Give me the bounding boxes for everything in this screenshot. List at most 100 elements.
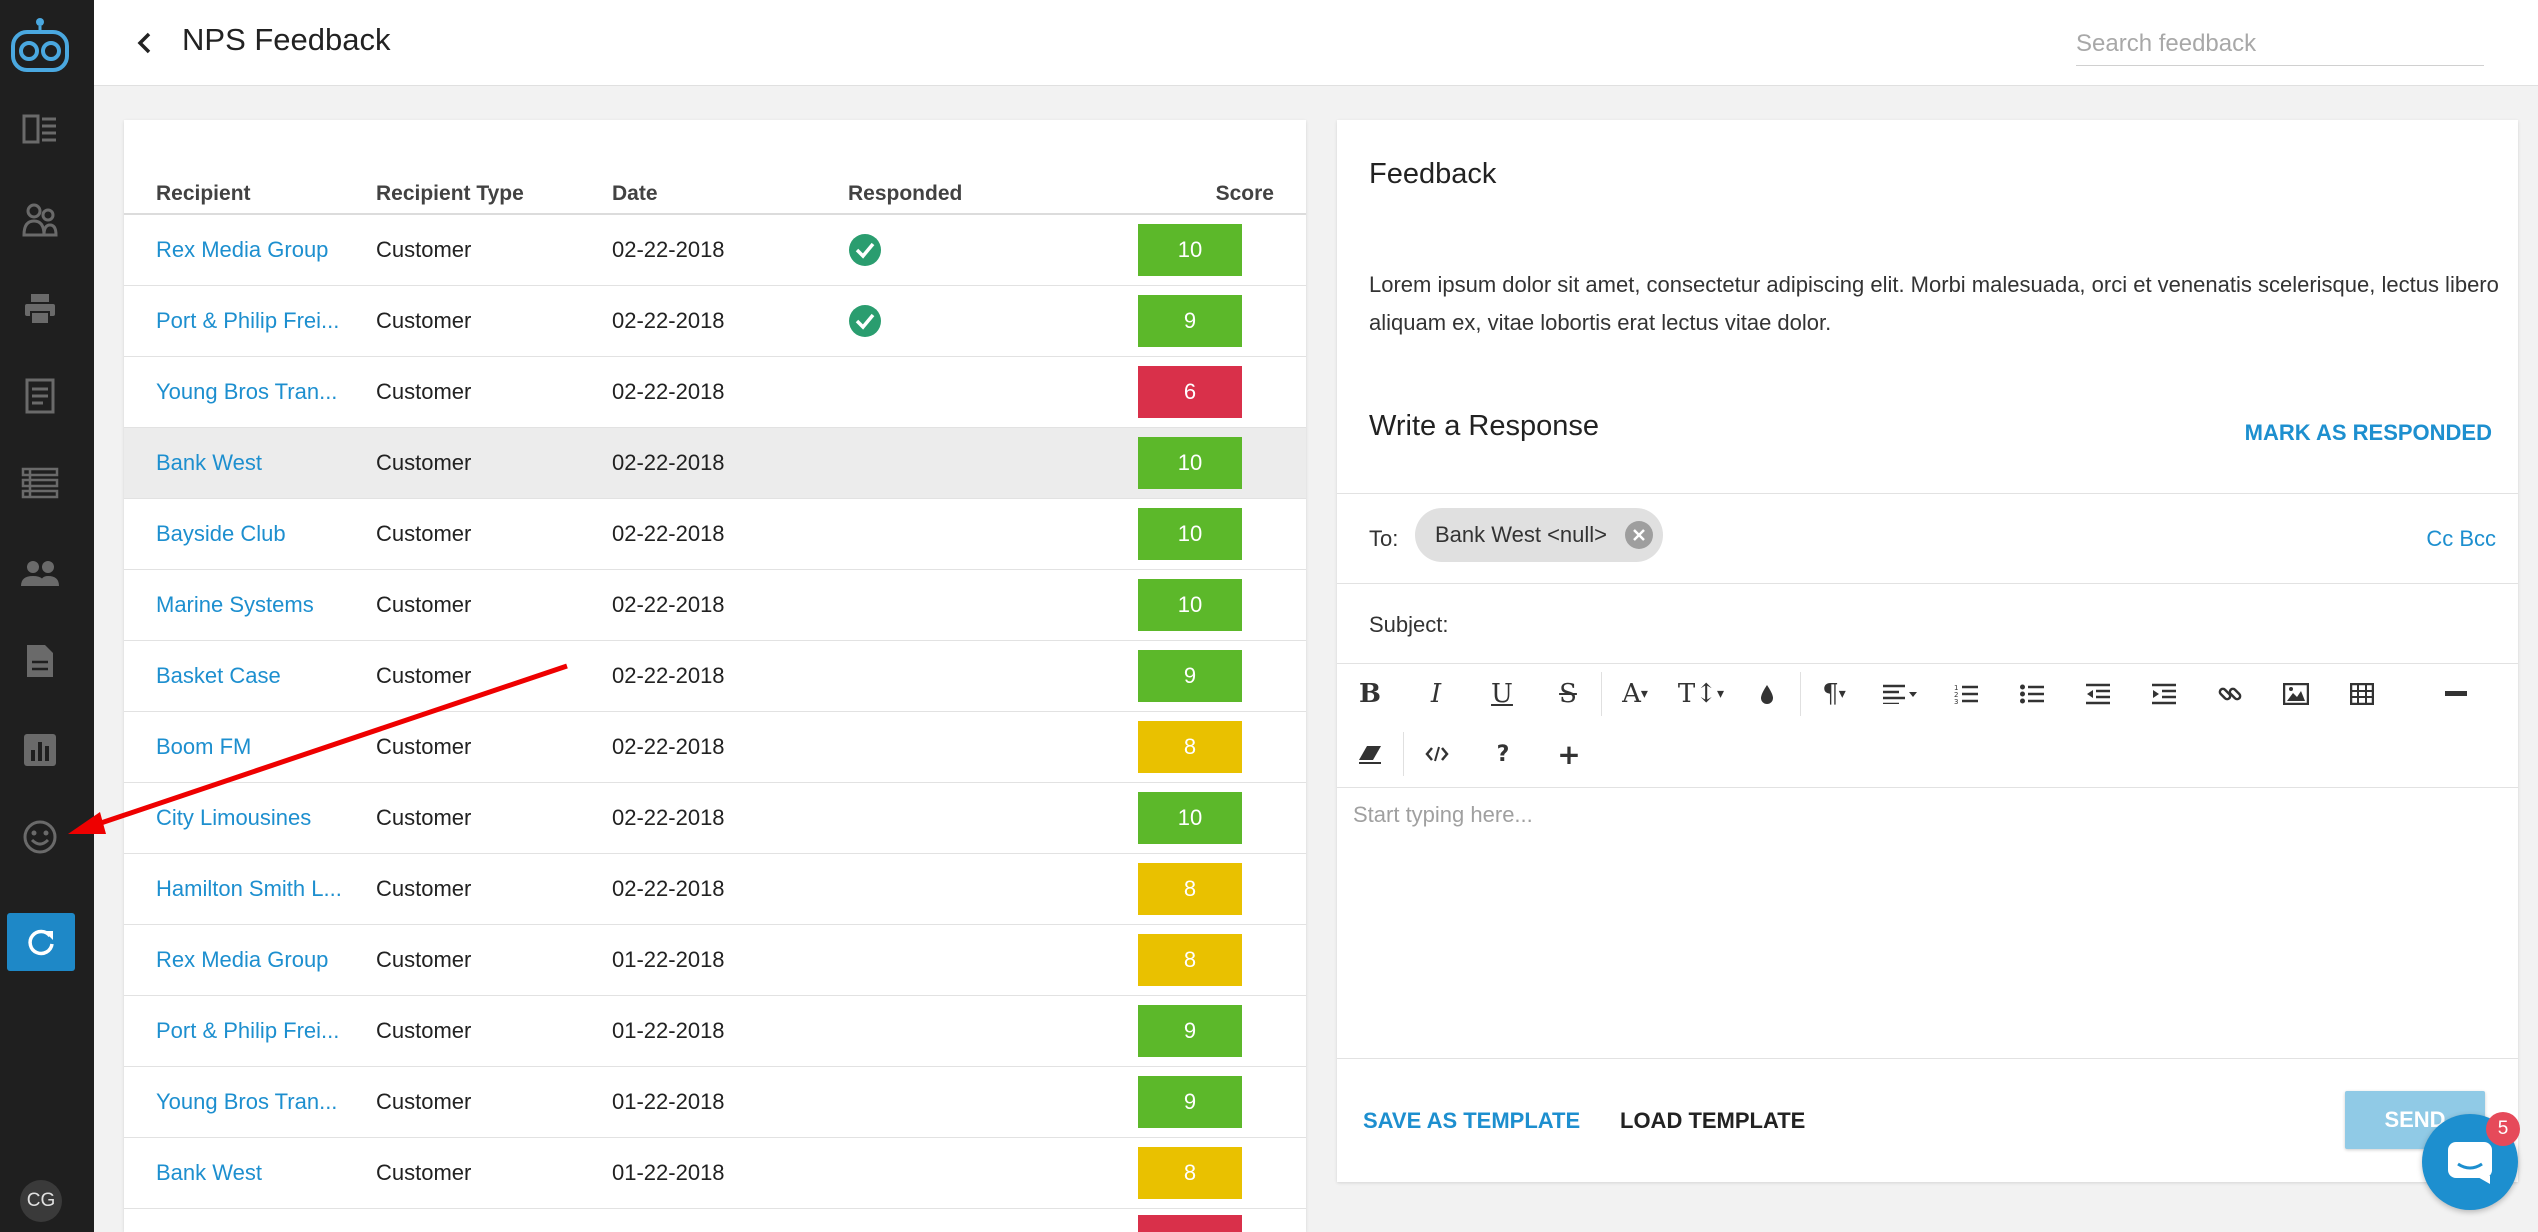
recipient-cell: Port & Philip Frei... (124, 285, 344, 357)
table-row[interactable]: Rex Media Group Customer 01-22-2018 8 (124, 924, 1306, 996)
write-response-title: Write a Response (1369, 410, 1599, 442)
back-arrow-icon[interactable] (130, 28, 160, 58)
table-row[interactable]: Bank West Customer 02-22-2018 10 (124, 427, 1306, 499)
horizontal-rule-icon[interactable] (2423, 664, 2489, 724)
responded-cell (816, 853, 1052, 925)
sidebar: CG (0, 0, 94, 1232)
refresh-button[interactable] (7, 913, 75, 971)
recipient-type-cell: Customer (344, 1137, 580, 1209)
recipient-type-cell (344, 1208, 580, 1232)
font-color-icon[interactable]: A ▾ (1602, 664, 1668, 724)
table-row[interactable]: Young Bros Tran... Customer 02-22-2018 6 (124, 356, 1306, 428)
smiley-icon[interactable] (17, 814, 63, 860)
save-as-template-button[interactable]: SAVE AS TEMPLATE (1363, 1108, 1580, 1134)
code-view-icon[interactable] (1404, 724, 1470, 784)
date-cell: 01-22-2018 (580, 995, 816, 1067)
recipient-link[interactable]: Bank West (156, 1160, 262, 1186)
column-header-score[interactable]: Score (1052, 174, 1306, 215)
align-icon[interactable] (1867, 664, 1933, 724)
date-cell: 02-22-2018 (580, 214, 816, 286)
recipient-type-cell: Customer (344, 498, 580, 570)
table-row[interactable] (124, 1208, 1306, 1232)
plus-icon[interactable]: + (1536, 724, 1602, 784)
indent-icon[interactable] (2131, 664, 2197, 724)
score-badge: 8 (1138, 720, 1242, 773)
table-row[interactable]: Hamilton Smith L... Customer 02-22-2018 8 (124, 853, 1306, 925)
fill-color-icon[interactable] (1734, 664, 1800, 724)
table-row[interactable]: Marine Systems Customer 02-22-2018 10 (124, 569, 1306, 641)
underline-icon[interactable]: U (1469, 664, 1535, 724)
date-cell: 02-22-2018 (580, 853, 816, 925)
table-row[interactable]: Basket Case Customer 02-22-2018 9 (124, 640, 1306, 712)
recipient-link[interactable]: Port & Philip Frei... (156, 1018, 339, 1044)
recipient-link[interactable]: Port & Philip Frei... (156, 308, 339, 334)
recipient-type-cell: Customer (344, 995, 580, 1067)
recipient-link[interactable]: Boom FM (156, 734, 251, 760)
outdent-icon[interactable] (2065, 664, 2131, 724)
table-row[interactable]: Rex Media Group Customer 02-22-2018 10 (124, 214, 1306, 286)
recipient-link[interactable]: Basket Case (156, 663, 281, 689)
table-header-row: Recipient Recipient Type Date Responded … (124, 174, 1306, 215)
recipient-link[interactable]: Bayside Club (156, 521, 286, 547)
ordered-list-icon[interactable]: 123 (1933, 664, 1999, 724)
recipient-link[interactable]: Young Bros Tran... (156, 1089, 337, 1115)
paragraph-icon[interactable]: ¶ ▾ (1801, 664, 1867, 724)
page-title: NPS Feedback (182, 22, 391, 57)
avatar[interactable]: CG (20, 1180, 62, 1222)
response-editor[interactable]: Start typing here... (1337, 788, 2518, 1058)
bold-icon[interactable]: B (1337, 664, 1403, 724)
table-row[interactable]: Boom FM Customer 02-22-2018 8 (124, 711, 1306, 783)
table-row[interactable]: Young Bros Tran... Customer 01-22-2018 9 (124, 1066, 1306, 1138)
recipient-link[interactable]: City Limousines (156, 805, 311, 831)
subject-label[interactable]: Subject: (1369, 612, 1449, 638)
recipient-link[interactable]: Bank West (156, 450, 262, 476)
table-icon[interactable] (2329, 664, 2395, 724)
list-icon[interactable] (17, 460, 63, 506)
load-template-button[interactable]: LOAD TEMPLATE (1620, 1108, 1805, 1134)
bar-chart-icon[interactable] (17, 727, 63, 773)
cc-bcc-link[interactable]: Cc Bcc (2426, 526, 2496, 552)
mark-as-responded-button[interactable]: MARK AS RESPONDED (2245, 420, 2492, 446)
column-header-date[interactable]: Date (580, 174, 816, 215)
table-row[interactable]: Port & Philip Frei... Customer 02-22-2018 9 (124, 285, 1306, 357)
responded-cell (816, 498, 1052, 570)
recipient-chip[interactable]: Bank West <null> (1415, 508, 1664, 562)
dashboard-icon[interactable] (17, 106, 63, 152)
help-icon[interactable]: ? (1470, 724, 1536, 784)
column-header-recipient[interactable]: Recipient (124, 174, 344, 215)
table-row[interactable]: Bayside Club Customer 02-22-2018 10 (124, 498, 1306, 570)
printer-icon[interactable] (17, 286, 63, 332)
unordered-list-icon[interactable] (1999, 664, 2065, 724)
link-icon[interactable] (2197, 664, 2263, 724)
recipient-type-cell: Customer (344, 711, 580, 783)
font-size-icon[interactable]: T↕ ▾ (1668, 664, 1734, 724)
robot-logo-icon[interactable] (7, 16, 73, 76)
strikethrough-icon[interactable]: S (1535, 664, 1601, 724)
responded-cell (816, 1137, 1052, 1209)
recipient-link[interactable]: Young Bros Tran... (156, 379, 337, 405)
score-badge: 10 (1138, 791, 1242, 844)
recipient-link[interactable]: Marine Systems (156, 592, 314, 618)
search-input[interactable] (2076, 22, 2484, 66)
contacts-icon[interactable] (17, 196, 63, 242)
remove-chip-icon[interactable] (1625, 521, 1654, 549)
date-cell: 02-22-2018 (580, 569, 816, 641)
divider (1337, 583, 2518, 584)
italic-icon[interactable]: I (1403, 664, 1469, 724)
recipient-link[interactable]: Hamilton Smith L... (156, 876, 342, 902)
responded-cell (816, 1066, 1052, 1138)
table-row[interactable]: Port & Philip Frei... Customer 01-22-2018 9 (124, 995, 1306, 1067)
table-row[interactable]: Bank West Customer 01-22-2018 8 (124, 1137, 1306, 1209)
column-header-recipient-type[interactable]: Recipient Type (344, 174, 580, 215)
header: NPS Feedback (94, 0, 2538, 86)
recipient-link[interactable]: Rex Media Group (156, 947, 328, 973)
table-row[interactable]: City Limousines Customer 02-22-2018 10 (124, 782, 1306, 854)
file-icon[interactable] (17, 638, 63, 684)
eraser-icon[interactable] (1337, 724, 1403, 784)
document-icon[interactable] (17, 373, 63, 419)
recipient-link[interactable]: Rex Media Group (156, 237, 328, 263)
image-icon[interactable] (2263, 664, 2329, 724)
column-header-responded[interactable]: Responded (816, 174, 1052, 215)
date-cell: 02-22-2018 (580, 356, 816, 428)
people-icon[interactable] (17, 550, 63, 596)
